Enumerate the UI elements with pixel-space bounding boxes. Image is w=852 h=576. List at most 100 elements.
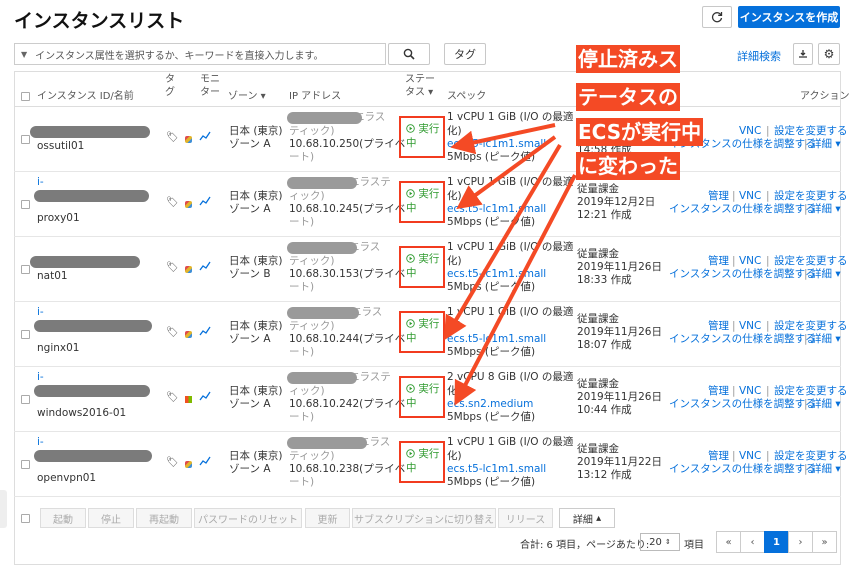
page-1-button[interactable]: 1 <box>764 531 789 553</box>
row-checkbox[interactable] <box>21 200 30 209</box>
spec-io-optimized: 化) <box>447 255 462 267</box>
resize-instance-link[interactable]: インスタンスの仕様を調整する <box>669 463 816 476</box>
vnc-link[interactable]: VNC <box>739 125 761 138</box>
column-header-status[interactable]: ステータス ▾ <box>405 73 439 107</box>
monitor-chart-icon[interactable] <box>199 261 211 274</box>
instance-id-link[interactable]: i- <box>37 436 44 449</box>
sidebar-collapse-handle[interactable] <box>0 490 7 528</box>
vnc-link[interactable]: VNC <box>739 385 761 398</box>
monitor-chart-icon[interactable] <box>199 456 211 469</box>
more-actions-dropdown[interactable]: 詳細 ▴ <box>559 508 615 528</box>
search-button[interactable] <box>388 43 430 65</box>
spec-instance-type[interactable]: ecs.t5-lc1m1.small <box>447 203 546 216</box>
bulk-action-button[interactable]: 更新 <box>305 508 350 528</box>
play-circle-icon <box>406 319 415 328</box>
more-link[interactable]: 詳細 ▾ <box>811 138 841 151</box>
ip-type-text: エラス <box>351 306 383 318</box>
monitor-chart-icon[interactable] <box>199 196 211 209</box>
spec-cpu-mem: 1 vCPU 1 GiB (I/O の最適 <box>447 241 574 253</box>
change-config-link[interactable]: 設定を変更する <box>774 320 848 333</box>
more-link[interactable]: 詳細 ▾ <box>811 268 841 281</box>
bulk-action-button[interactable]: 起動 <box>40 508 86 528</box>
manage-link[interactable]: 管理 <box>708 450 729 463</box>
action-separator: | <box>804 138 808 150</box>
resize-instance-link[interactable]: インスタンスの仕様を調整する <box>669 203 816 216</box>
last-page-button[interactable]: » <box>812 531 837 553</box>
more-link[interactable]: 詳細 ▾ <box>811 203 841 216</box>
manage-link[interactable]: 管理 <box>708 320 729 333</box>
change-config-link[interactable]: 設定を変更する <box>774 385 848 398</box>
create-instance-button[interactable]: インスタンスを作成 <box>738 6 840 28</box>
action-separator: | <box>804 463 808 475</box>
ip-type-text: エラス <box>354 111 386 123</box>
action-separator: | <box>732 320 736 332</box>
private-ip: 10.68.10.250(プライベ <box>289 138 406 150</box>
created-time: 18:07 作成 <box>577 339 632 351</box>
prev-page-button[interactable]: ‹ <box>740 531 765 553</box>
action-separator: | <box>804 333 808 345</box>
bulk-action-button[interactable]: サブスクリプションに切り替え <box>352 508 496 528</box>
row-checkbox[interactable] <box>21 460 30 469</box>
bulk-action-button[interactable]: 再起動 <box>136 508 192 528</box>
resize-instance-link[interactable]: インスタンスの仕様を調整する <box>669 398 816 411</box>
tag-icon[interactable]: 🏷 <box>166 132 179 143</box>
bulk-action-button[interactable]: リリース <box>498 508 553 528</box>
instance-id-link[interactable]: i- <box>37 176 44 189</box>
resize-instance-link[interactable]: インスタンスの仕様を調整する <box>669 268 816 281</box>
more-link[interactable]: 詳細 ▾ <box>811 398 841 411</box>
select-all-checkbox[interactable] <box>21 92 30 101</box>
next-page-button[interactable]: › <box>788 531 813 553</box>
vnc-link[interactable]: VNC <box>739 255 761 268</box>
vnc-link[interactable]: VNC <box>739 190 761 203</box>
bulk-select-checkbox[interactable] <box>21 514 30 523</box>
row-checkbox[interactable] <box>21 135 30 144</box>
tag-icon[interactable]: 🏷 <box>166 197 179 208</box>
refresh-button[interactable] <box>702 6 732 28</box>
instance-id-link[interactable]: i- <box>37 371 44 384</box>
row-checkbox[interactable] <box>21 265 30 274</box>
change-config-link[interactable]: 設定を変更する <box>774 450 848 463</box>
page-size-select[interactable]: 20 ⇕ <box>640 533 680 551</box>
tag-icon[interactable]: 🏷 <box>166 262 179 273</box>
change-config-link[interactable]: 設定を変更する <box>774 255 848 268</box>
monitor-chart-icon[interactable] <box>199 131 211 144</box>
row-checkbox[interactable] <box>21 330 30 339</box>
status-running-suffix: 中 <box>406 462 417 474</box>
spec-instance-type[interactable]: ecs.sn2.medium <box>447 398 533 411</box>
manage-link[interactable]: 管理 <box>708 255 729 268</box>
monitor-chart-icon[interactable] <box>199 326 211 339</box>
spec-bandwidth: 5Mbps (ピーク値) <box>447 151 536 163</box>
vnc-link[interactable]: VNC <box>739 320 761 333</box>
tag-icon[interactable]: 🏷 <box>166 392 179 403</box>
spec-instance-type[interactable]: ecs.t5-lc1m1.small <box>447 463 546 476</box>
tag-icon[interactable]: 🏷 <box>166 327 179 338</box>
monitor-chart-icon[interactable] <box>199 391 211 404</box>
linux-os-icon <box>185 136 192 143</box>
more-link[interactable]: 詳細 ▾ <box>811 333 841 346</box>
spec-instance-type[interactable]: ecs.t5-lc1m1.small <box>447 268 546 281</box>
manage-link[interactable]: 管理 <box>708 190 729 203</box>
change-config-link[interactable]: 設定を変更する <box>774 125 848 138</box>
tag-filter-button[interactable]: タグ <box>444 43 486 65</box>
export-button[interactable] <box>793 43 813 65</box>
spec-instance-type[interactable]: ecs.t5-lc1m1.small <box>447 138 546 151</box>
first-page-button[interactable]: « <box>716 531 741 553</box>
action-separator: | <box>804 203 808 215</box>
ip-type-text: ティック) <box>289 450 335 462</box>
more-link[interactable]: 詳細 ▾ <box>811 463 841 476</box>
tag-icon[interactable]: 🏷 <box>166 457 179 468</box>
vnc-link[interactable]: VNC <box>739 450 761 463</box>
ip-type-text: ティック) <box>289 320 335 332</box>
settings-button[interactable]: ⚙ <box>818 43 840 65</box>
row-checkbox[interactable] <box>21 395 30 404</box>
bulk-action-button[interactable]: 停止 <box>88 508 134 528</box>
spec-instance-type[interactable]: ecs.t5-lc1m1.small <box>447 333 546 346</box>
change-config-link[interactable]: 設定を変更する <box>774 190 848 203</box>
created-date: 2019年11月22日 <box>577 456 662 468</box>
instance-id-link[interactable]: i- <box>37 306 44 319</box>
bulk-action-button[interactable]: パスワードのリセット <box>194 508 302 528</box>
advanced-search-link[interactable]: 詳細検索 <box>737 48 781 64</box>
resize-instance-link[interactable]: インスタンスの仕様を調整する <box>669 333 816 346</box>
search-input[interactable]: ▼ インスタンス属性を選択するか、キーワードを直接入力します。 <box>14 43 386 65</box>
manage-link[interactable]: 管理 <box>708 385 729 398</box>
